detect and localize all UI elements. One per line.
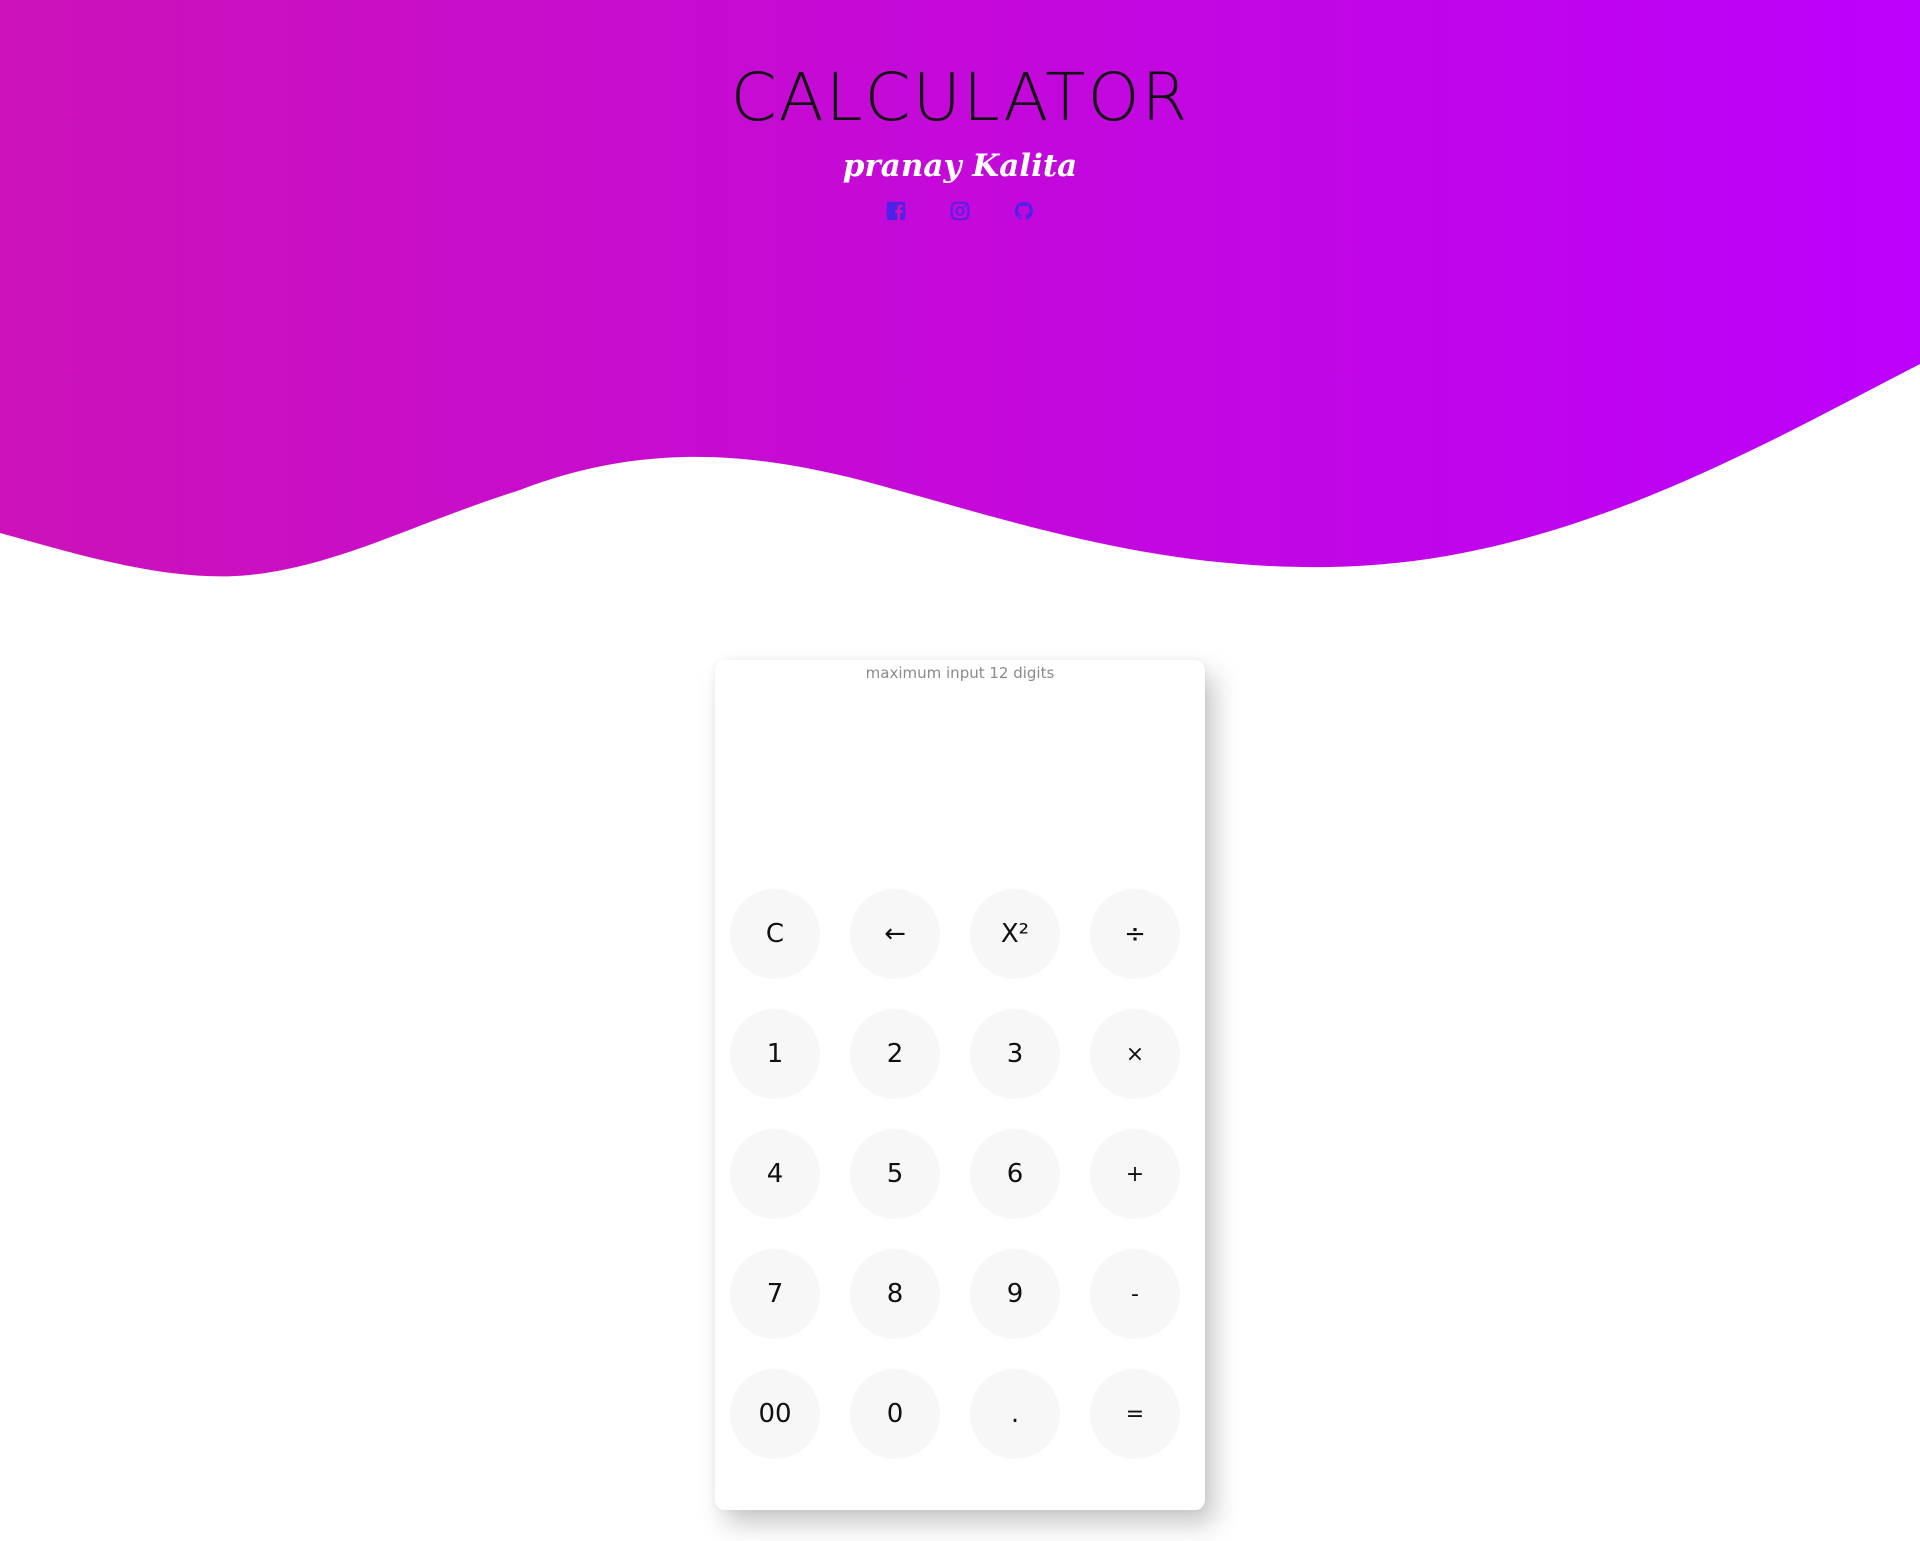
digit-9-button[interactable]: 9: [970, 1249, 1060, 1339]
instagram-link[interactable]: [949, 200, 971, 222]
page: CALCULATOR pranay Kalita maximum input 1…: [0, 0, 1920, 1541]
subtract-button[interactable]: -: [1090, 1249, 1180, 1339]
clear-button[interactable]: C: [730, 889, 820, 979]
double-zero-button[interactable]: 00: [730, 1369, 820, 1459]
github-link[interactable]: [1013, 200, 1035, 222]
digit-0-button[interactable]: 0: [850, 1369, 940, 1459]
divide-button[interactable]: ÷: [1090, 889, 1180, 979]
digit-4-button[interactable]: 4: [730, 1129, 820, 1219]
author-name: pranay Kalita: [842, 148, 1078, 184]
digit-6-button[interactable]: 6: [970, 1129, 1060, 1219]
add-button[interactable]: +: [1090, 1129, 1180, 1219]
calculator-panel: maximum input 12 digits C ← X² ÷ 1 2 3 ×…: [715, 660, 1205, 1510]
digit-2-button[interactable]: 2: [850, 1009, 940, 1099]
decimal-button[interactable]: .: [970, 1369, 1060, 1459]
github-icon: [1013, 200, 1035, 222]
keypad: C ← X² ÷ 1 2 3 × 4 5 6 + 7 8 9 - 00 0 . …: [730, 889, 1190, 1459]
page-title: CALCULATOR: [730, 59, 1190, 136]
equals-button[interactable]: =: [1090, 1369, 1180, 1459]
multiply-button[interactable]: ×: [1090, 1009, 1180, 1099]
input-limit-hint: maximum input 12 digits: [865, 664, 1055, 682]
digit-3-button[interactable]: 3: [970, 1009, 1060, 1099]
social-links: [0, 200, 1920, 222]
hero-content: CALCULATOR pranay Kalita: [0, 0, 1920, 222]
square-button[interactable]: X²: [970, 889, 1060, 979]
digit-1-button[interactable]: 1: [730, 1009, 820, 1099]
calculator-display[interactable]: [735, 700, 1189, 862]
facebook-icon: [885, 200, 907, 222]
digit-5-button[interactable]: 5: [850, 1129, 940, 1219]
instagram-icon: [949, 200, 971, 222]
backspace-button[interactable]: ←: [850, 889, 940, 979]
facebook-link[interactable]: [885, 200, 907, 222]
digit-8-button[interactable]: 8: [850, 1249, 940, 1339]
digit-7-button[interactable]: 7: [730, 1249, 820, 1339]
hero-banner: CALCULATOR pranay Kalita: [0, 0, 1920, 600]
